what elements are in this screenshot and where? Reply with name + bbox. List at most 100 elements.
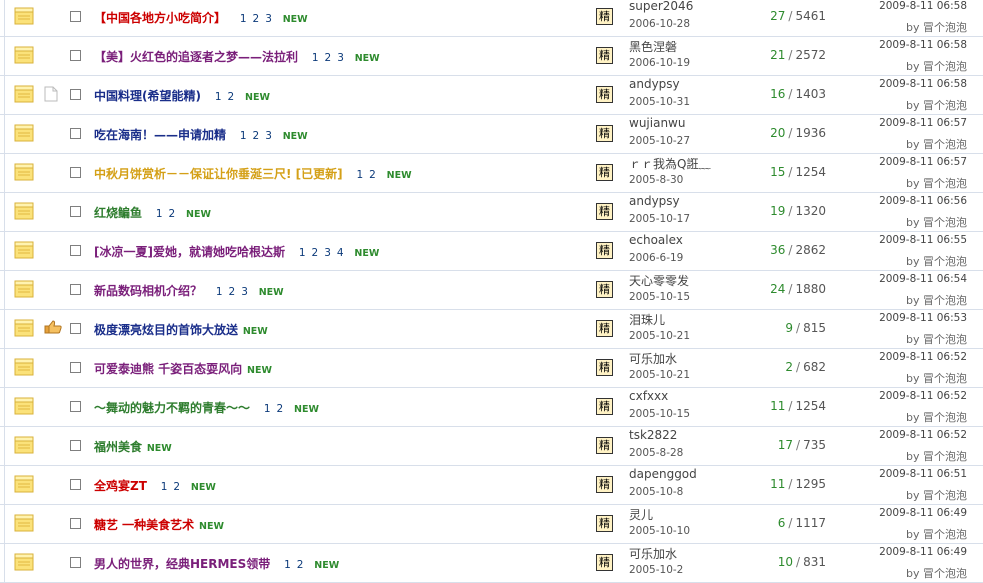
author-link[interactable]: 天心零零发 bbox=[629, 272, 689, 289]
author-link[interactable]: andypsy bbox=[629, 77, 680, 91]
last-post-time[interactable]: 2009-8-11 06:58 bbox=[879, 39, 967, 51]
last-post-time[interactable]: 2009-8-11 06:54 bbox=[879, 273, 967, 285]
page-link[interactable]: 2 bbox=[253, 130, 260, 142]
author-link[interactable]: ｒｒ我為Q誑﹏ bbox=[629, 155, 710, 172]
folder-icon[interactable] bbox=[14, 358, 34, 376]
author-link[interactable]: cxfxxx bbox=[629, 389, 668, 403]
last-post-time[interactable]: 2009-8-11 06:49 bbox=[879, 507, 967, 519]
folder-icon[interactable] bbox=[14, 163, 34, 181]
page-link[interactable]: 2 bbox=[297, 559, 304, 571]
page-link[interactable]: 3 bbox=[265, 130, 272, 142]
page-link[interactable]: 1 bbox=[240, 13, 247, 25]
select-checkbox[interactable] bbox=[70, 401, 81, 412]
author-link[interactable]: echoalex bbox=[629, 233, 683, 247]
author-link[interactable]: 可乐加水 bbox=[629, 350, 677, 367]
page-link[interactable]: 2 bbox=[369, 169, 376, 181]
thread-title-link[interactable]: 中国料理(希望能精) bbox=[94, 89, 201, 103]
page-link[interactable]: 2 bbox=[253, 13, 260, 25]
page-link[interactable]: 1 bbox=[215, 91, 222, 103]
select-checkbox[interactable] bbox=[70, 206, 81, 217]
page-link[interactable]: 1 bbox=[216, 286, 223, 298]
thread-title-link[interactable]: 【美】火红色的追逐者之梦——法拉利 bbox=[94, 50, 298, 64]
thread-title-link[interactable]: 糖艺 一种美食艺术 bbox=[94, 518, 194, 532]
page-link[interactable]: 1 bbox=[264, 403, 271, 415]
select-checkbox[interactable] bbox=[70, 518, 81, 529]
thread-title-link[interactable]: ～舞动的魅力不羁的青春～～ bbox=[94, 401, 250, 415]
thread-title-link[interactable]: 【中国各地方小吃简介】 bbox=[94, 11, 226, 25]
last-post-time[interactable]: 2009-8-11 06:57 bbox=[879, 156, 967, 168]
last-post-time[interactable]: 2009-8-11 06:55 bbox=[879, 234, 967, 246]
last-post-time[interactable]: 2009-8-11 06:58 bbox=[879, 78, 967, 90]
select-checkbox[interactable] bbox=[70, 323, 81, 334]
last-poster-link[interactable]: 冒个泡泡 bbox=[923, 138, 967, 151]
thread-title-link[interactable]: 新品数码相机介绍？ bbox=[94, 284, 202, 298]
folder-icon[interactable] bbox=[14, 202, 34, 220]
last-poster-link[interactable]: 冒个泡泡 bbox=[923, 411, 967, 424]
thread-title-link[interactable]: 男人的世界，经典HERMES领带 bbox=[94, 557, 270, 571]
thread-title-link[interactable]: 吃在海南！——申请加精 bbox=[94, 128, 226, 142]
author-link[interactable]: wujianwu bbox=[629, 116, 685, 130]
page-link[interactable]: 3 bbox=[265, 13, 272, 25]
select-checkbox[interactable] bbox=[70, 557, 81, 568]
folder-icon[interactable] bbox=[14, 85, 34, 103]
last-post-time[interactable]: 2009-8-11 06:52 bbox=[879, 429, 967, 441]
folder-icon[interactable] bbox=[14, 124, 34, 142]
page-link[interactable]: 2 bbox=[325, 52, 332, 64]
page-link[interactable]: 2 bbox=[169, 208, 176, 220]
last-poster-link[interactable]: 冒个泡泡 bbox=[923, 450, 967, 463]
last-poster-link[interactable]: 冒个泡泡 bbox=[923, 567, 967, 580]
last-poster-link[interactable]: 冒个泡泡 bbox=[923, 216, 967, 229]
thread-title-link[interactable]: 全鸡宴ZT bbox=[94, 479, 147, 493]
folder-icon[interactable] bbox=[14, 319, 34, 337]
thread-title-link[interactable]: 中秋月饼赏析－－保证让你垂涎三尺! [已更新] bbox=[94, 167, 343, 181]
select-checkbox[interactable] bbox=[70, 362, 81, 373]
last-poster-link[interactable]: 冒个泡泡 bbox=[923, 21, 967, 34]
author-link[interactable]: super2046 bbox=[629, 0, 693, 13]
author-link[interactable]: 泪珠儿 bbox=[629, 311, 665, 328]
page-link[interactable]: 1 bbox=[356, 169, 363, 181]
last-poster-link[interactable]: 冒个泡泡 bbox=[923, 528, 967, 541]
thread-title-link[interactable]: 红烧鳊鱼 bbox=[94, 206, 142, 220]
last-post-time[interactable]: 2009-8-11 06:53 bbox=[879, 312, 967, 324]
last-post-time[interactable]: 2009-8-11 06:49 bbox=[879, 546, 967, 558]
last-poster-link[interactable]: 冒个泡泡 bbox=[923, 372, 967, 385]
page-link[interactable]: 1 bbox=[156, 208, 163, 220]
page-link[interactable]: 2 bbox=[277, 403, 284, 415]
folder-icon[interactable] bbox=[14, 241, 34, 259]
last-post-time[interactable]: 2009-8-11 06:51 bbox=[879, 468, 967, 480]
folder-icon[interactable] bbox=[14, 514, 34, 532]
last-poster-link[interactable]: 冒个泡泡 bbox=[923, 99, 967, 112]
folder-icon[interactable] bbox=[14, 7, 34, 25]
page-link[interactable]: 1 bbox=[161, 481, 168, 493]
author-link[interactable]: 可乐加水 bbox=[629, 545, 677, 562]
select-checkbox[interactable] bbox=[70, 50, 81, 61]
last-poster-link[interactable]: 冒个泡泡 bbox=[923, 60, 967, 73]
folder-icon[interactable] bbox=[14, 553, 34, 571]
folder-icon[interactable] bbox=[14, 436, 34, 454]
author-link[interactable]: andypsy bbox=[629, 194, 680, 208]
page-link[interactable]: 3 bbox=[324, 247, 331, 259]
page-link[interactable]: 4 bbox=[337, 247, 344, 259]
last-poster-link[interactable]: 冒个泡泡 bbox=[923, 294, 967, 307]
select-checkbox[interactable] bbox=[70, 440, 81, 451]
last-poster-link[interactable]: 冒个泡泡 bbox=[923, 177, 967, 190]
page-link[interactable]: 1 bbox=[312, 52, 319, 64]
select-checkbox[interactable] bbox=[70, 128, 81, 139]
last-poster-link[interactable]: 冒个泡泡 bbox=[923, 333, 967, 346]
thread-title-link[interactable]: 可爱泰迪熊 千姿百态耍风向 bbox=[94, 362, 242, 376]
page-link[interactable]: 1 bbox=[240, 130, 247, 142]
select-checkbox[interactable] bbox=[70, 284, 81, 295]
page-link[interactable]: 2 bbox=[228, 91, 235, 103]
page-link[interactable]: 2 bbox=[312, 247, 319, 259]
last-post-time[interactable]: 2009-8-11 06:58 bbox=[879, 0, 967, 12]
thread-title-link[interactable]: [冰凉一夏]爱她，就请她吃哈根达斯 bbox=[94, 245, 285, 259]
select-checkbox[interactable] bbox=[70, 479, 81, 490]
author-link[interactable]: 黑色涅磐 bbox=[629, 38, 677, 55]
select-checkbox[interactable] bbox=[70, 11, 81, 22]
page-link[interactable]: 2 bbox=[173, 481, 180, 493]
author-link[interactable]: dapenggod bbox=[629, 467, 697, 481]
page-link[interactable]: 3 bbox=[241, 286, 248, 298]
page-link[interactable]: 2 bbox=[229, 286, 236, 298]
page-link[interactable]: 1 bbox=[284, 559, 291, 571]
page-link[interactable]: 1 bbox=[299, 247, 306, 259]
